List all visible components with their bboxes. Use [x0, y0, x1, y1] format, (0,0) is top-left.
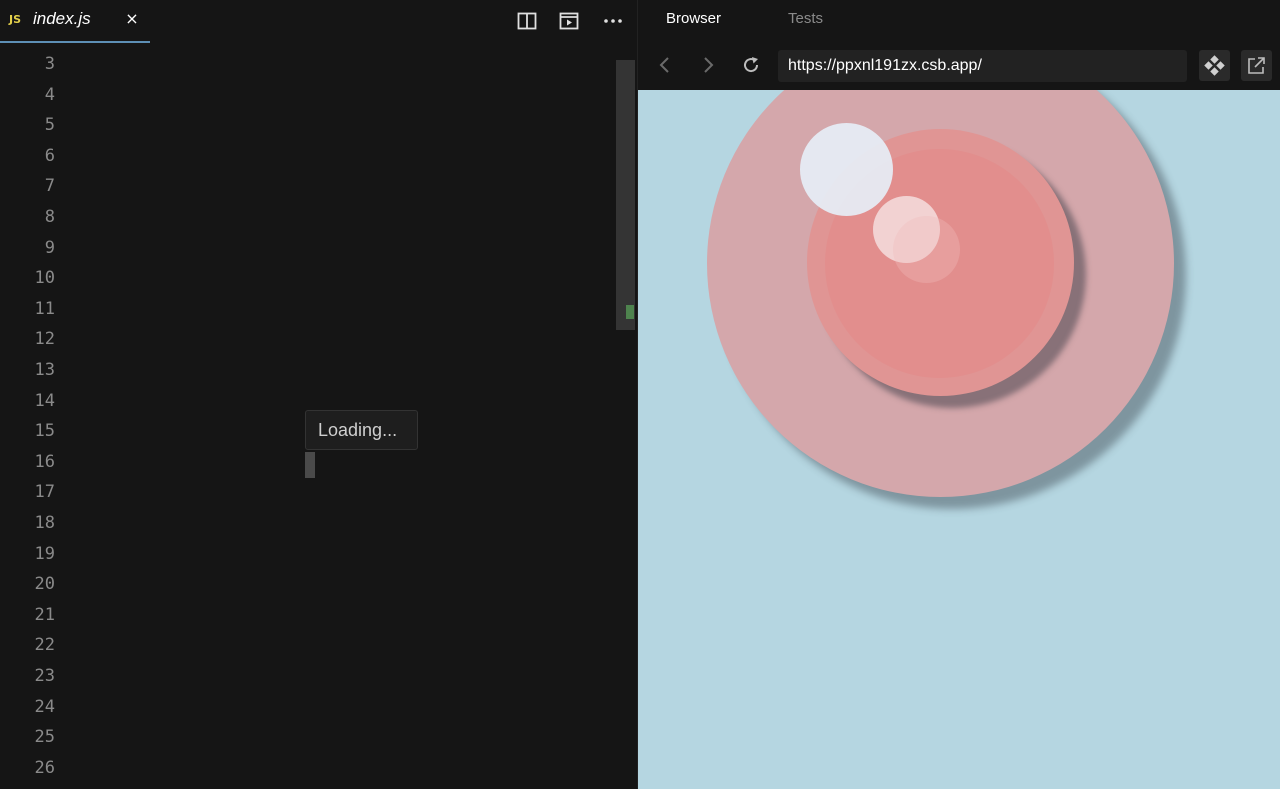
- editor-scrollbar-thumb[interactable]: [616, 60, 635, 330]
- open-external-button[interactable]: [1241, 50, 1272, 81]
- code-line[interactable]: const trans = (x, y) => `translate3d(${x…: [0, 202, 637, 233]
- code-line[interactable]: const handler = ({ clientX, clientY }) =…: [0, 661, 637, 692]
- line-number: 20: [34, 574, 55, 595]
- code-line[interactable]: const [{ pos2 }] = useSpring({ pos2: pos…: [0, 447, 637, 478]
- url-input[interactable]: https://ppxnl191zx.csb.app/: [778, 50, 1187, 82]
- code-line[interactable]: import './styles.css'4: [0, 80, 637, 111]
- browser-panel: Browser Tests https://ppxnl191zx.csb.app…: [637, 0, 1280, 789]
- code-line[interactable]: 5: [0, 110, 637, 141]
- chevron-left-icon[interactable]: [654, 54, 676, 76]
- hover-tooltip: Loading...: [305, 410, 418, 450]
- reload-icon[interactable]: [740, 54, 762, 76]
- code-line[interactable]: // It won't cause a new render pass and …: [0, 600, 637, 631]
- code-line[interactable]: const slow = { mass: 10, tension: 200, f…: [0, 171, 637, 202]
- tab-browser[interactable]: Browser: [666, 10, 721, 27]
- code-line[interactable]: const [{ pos3 }] = useSpring({ pos3: pos…: [0, 477, 637, 508]
- code-line[interactable]: // "set" updates the first spring, the o…: [0, 569, 637, 600]
- code-line[interactable]: // will still naturally reflect animated…: [0, 630, 637, 661]
- line-number: 19: [34, 543, 55, 564]
- line-number: 5: [44, 115, 55, 136]
- editor-tab-bar: JS index.js ×: [0, 0, 637, 43]
- devtools-icon: [1204, 55, 1225, 76]
- code-line[interactable]: export default function Goo() {10: [0, 263, 637, 294]
- code-line[interactable]: import { useSpring, animated as anim } f…: [0, 49, 637, 80]
- close-tab-icon[interactable]: ×: [123, 9, 141, 29]
- browser-tab-bar: Browser Tests: [638, 0, 1280, 40]
- file-tab-label: index.js: [33, 9, 91, 28]
- line-number: 6: [44, 145, 55, 166]
- line-number: 4: [44, 84, 55, 105]
- code-line[interactable]: useEffect(() => {19: [0, 539, 637, 570]
- code-line[interactable]: 26: [0, 753, 637, 784]
- line-number: 25: [34, 727, 55, 748]
- line-number: 17: [34, 482, 55, 503]
- line-number: 21: [34, 604, 55, 625]
- js-file-icon: JS: [9, 13, 22, 26]
- code-line[interactable]: // You can either update springs by over…: [0, 324, 637, 355]
- goo-blob-tiny-shadow: [893, 216, 960, 283]
- file-tab-index-js[interactable]: JS index.js ×: [0, 0, 150, 43]
- code-line[interactable]: // or you can use the set function, whic…: [0, 355, 637, 386]
- text-cursor: [305, 452, 315, 478]
- line-number: 16: [34, 451, 55, 472]
- tab-tests[interactable]: Tests: [788, 10, 823, 27]
- line-number: 24: [34, 696, 55, 717]
- code-line[interactable]: 9: [0, 233, 637, 264]
- line-number: 23: [34, 666, 55, 686]
- code-line[interactable]: return () => window.removeEventListener(…: [0, 722, 637, 753]
- split-editor-icon[interactable]: [517, 11, 537, 31]
- line-number: 10: [34, 268, 55, 289]
- line-number: 11: [34, 298, 55, 319]
- preview-viewport[interactable]: [638, 90, 1280, 789]
- goo-blob-small: [800, 123, 893, 216]
- code-editor[interactable]: JS index.js × import { useSpring, animat…: [0, 0, 637, 789]
- code-line[interactable]: // Effect for fetching mouse coordinates…: [0, 508, 637, 539]
- chevron-right-icon[interactable]: [697, 54, 719, 76]
- line-number: 9: [44, 237, 55, 258]
- line-number: 14: [34, 390, 55, 411]
- open-external-icon: [1248, 57, 1265, 74]
- more-actions-icon[interactable]: [603, 11, 623, 31]
- browser-toolbar: https://ppxnl191zx.csb.app/: [638, 40, 1280, 90]
- line-number: 12: [34, 329, 55, 350]
- open-preview-icon[interactable]: [559, 11, 579, 31]
- code-line[interactable]: window.addEventListener('mousemove', han…: [0, 692, 637, 723]
- line-number: 7: [44, 176, 55, 197]
- line-number: 26: [34, 757, 55, 778]
- line-number: 15: [34, 421, 55, 442]
- line-number: 18: [34, 513, 55, 533]
- scrollbar-change-marker: [626, 305, 634, 319]
- line-number: 8: [44, 207, 55, 227]
- line-number: 22: [34, 635, 55, 656]
- devtools-button[interactable]: [1199, 50, 1230, 81]
- code-line[interactable]: const fast = { tension: 1200, friction: …: [0, 141, 637, 172]
- code-line[interactable]: // Here we form a natural trail, one spr…: [0, 294, 637, 325]
- line-number: 13: [34, 360, 55, 380]
- line-number: 3: [44, 54, 55, 74]
